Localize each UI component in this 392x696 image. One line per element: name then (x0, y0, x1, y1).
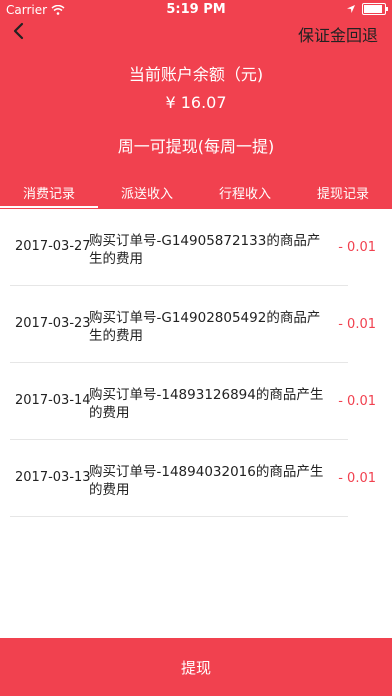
list-item[interactable]: 2017-03-13 购买订单号-14894032016的商品产生的费用 - 0… (0, 440, 392, 517)
record-date: 2017-03-13 (15, 470, 91, 485)
record-amount: - 0.01 (338, 471, 376, 486)
record-amount: - 0.01 (338, 317, 376, 332)
status-right (346, 3, 388, 15)
record-amount: - 0.01 (338, 394, 376, 409)
tab-withdraw-records[interactable]: 提现记录 (294, 186, 392, 209)
location-arrow-icon (347, 5, 355, 13)
tab-bar: 消费记录 派送收入 行程收入 提现记录 (0, 186, 392, 209)
record-desc: 购买订单号-G14902805492的商品产生的费用 (89, 310, 321, 344)
record-date: 2017-03-27 (15, 239, 91, 254)
balance-value: ¥ 16.07 (165, 93, 227, 112)
records-list: 2017-03-27 购买订单号-G14905872133的商品产生的费用 - … (0, 209, 392, 517)
record-date: 2017-03-23 (15, 316, 91, 331)
tab-trip-income[interactable]: 行程收入 (196, 186, 294, 209)
battery-icon (362, 3, 388, 15)
record-desc: 购买订单号-14893126894的商品产生的费用 (89, 387, 324, 421)
status-bar: Carrier 5:19 PM (0, 0, 392, 20)
deposit-refund-button[interactable]: 保证金回退 (298, 22, 378, 46)
withdraw-rule: 周一可提现(每周一提) (117, 137, 275, 156)
record-desc: 购买订单号-14894032016的商品产生的费用 (89, 464, 324, 498)
nav-bar: 保证金回退 (0, 20, 392, 45)
header: Carrier 5:19 PM 保证金回退 当前账户余额（元) ¥ 16.07 … (0, 0, 392, 209)
tab-delivery-income[interactable]: 派送收入 (98, 186, 196, 209)
record-desc: 购买订单号-G14905872133的商品产生的费用 (89, 233, 321, 267)
back-icon[interactable] (12, 22, 26, 40)
divider (10, 516, 348, 517)
status-time: 5:19 PM (166, 2, 226, 17)
record-amount: - 0.01 (338, 240, 376, 255)
list-item[interactable]: 2017-03-14 购买订单号-14893126894的商品产生的费用 - 0… (0, 363, 392, 440)
list-item[interactable]: 2017-03-27 购买订单号-G14905872133的商品产生的费用 - … (0, 209, 392, 286)
withdraw-button[interactable]: 提现 (0, 638, 392, 696)
record-date: 2017-03-14 (15, 393, 91, 408)
balance-label: 当前账户余额（元) (128, 65, 264, 84)
list-item[interactable]: 2017-03-23 购买订单号-G14902805492的商品产生的费用 - … (0, 286, 392, 363)
tab-consumption[interactable]: 消费记录 (0, 186, 98, 209)
